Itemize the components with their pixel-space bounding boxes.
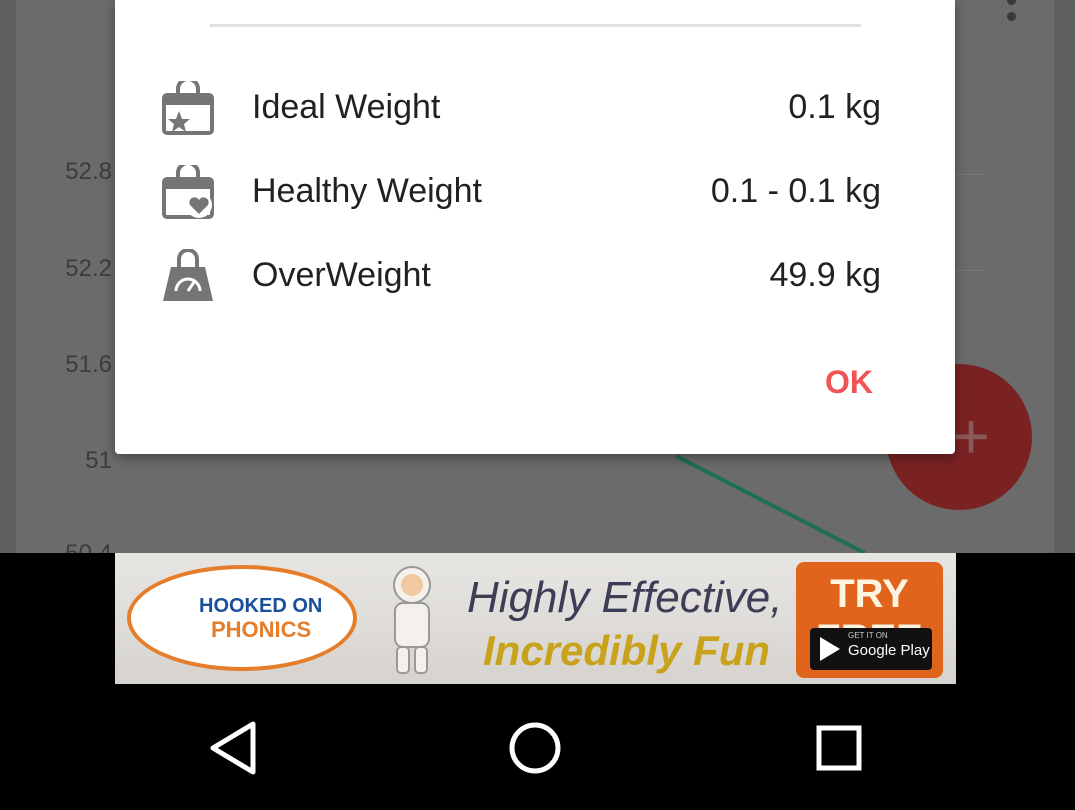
ad-headline-1: Highly Effective,	[467, 573, 783, 622]
ideal-weight-label: Ideal Weight	[252, 88, 441, 126]
weight-range-dialog: Ideal Weight 0.1 kg Healthy Weight 0.1 -…	[115, 0, 955, 454]
overweight-row: OverWeight 49.9 kg	[115, 246, 955, 306]
try-free-button[interactable]: TRY FREE GET IT ON Google Play	[796, 562, 943, 678]
overweight-label: OverWeight	[252, 256, 431, 294]
store-sub-label: GET IT ON	[848, 631, 888, 640]
ad-logo-line1: HOOKED ON	[199, 595, 323, 617]
ad-logo-line2: PHONICS	[211, 617, 312, 642]
ad-logo: HOOKED ON PHONICS	[127, 565, 357, 671]
ad-headline-2: Incredibly Fun	[483, 627, 771, 674]
bag-star-icon	[162, 81, 214, 135]
astronaut-icon	[393, 566, 431, 674]
system-navigation-bar	[0, 684, 1075, 810]
weight-icon	[163, 249, 213, 301]
home-circle-icon[interactable]	[505, 720, 565, 776]
ad-banner[interactable]: HOOKED ON PHONICS Highly Effective, Incr…	[115, 553, 956, 684]
recents-square-icon[interactable]	[809, 720, 869, 776]
ok-button[interactable]: OK	[799, 354, 899, 410]
store-label: Google Play	[848, 642, 930, 659]
overweight-value: 49.9 kg	[769, 256, 881, 294]
ideal-weight-row: Ideal Weight 0.1 kg	[115, 78, 955, 138]
play-store-icon	[820, 637, 840, 661]
healthy-weight-value: 0.1 - 0.1 kg	[710, 172, 881, 210]
healthy-weight-row: Healthy Weight 0.1 - 0.1 kg	[115, 162, 955, 222]
google-play-badge: GET IT ON Google Play	[810, 628, 932, 670]
back-triangle-icon[interactable]	[205, 720, 265, 776]
healthy-weight-label: Healthy Weight	[252, 172, 482, 210]
dialog-divider	[210, 24, 861, 27]
bag-heart-icon	[162, 165, 214, 219]
ideal-weight-value: 0.1 kg	[788, 88, 881, 126]
